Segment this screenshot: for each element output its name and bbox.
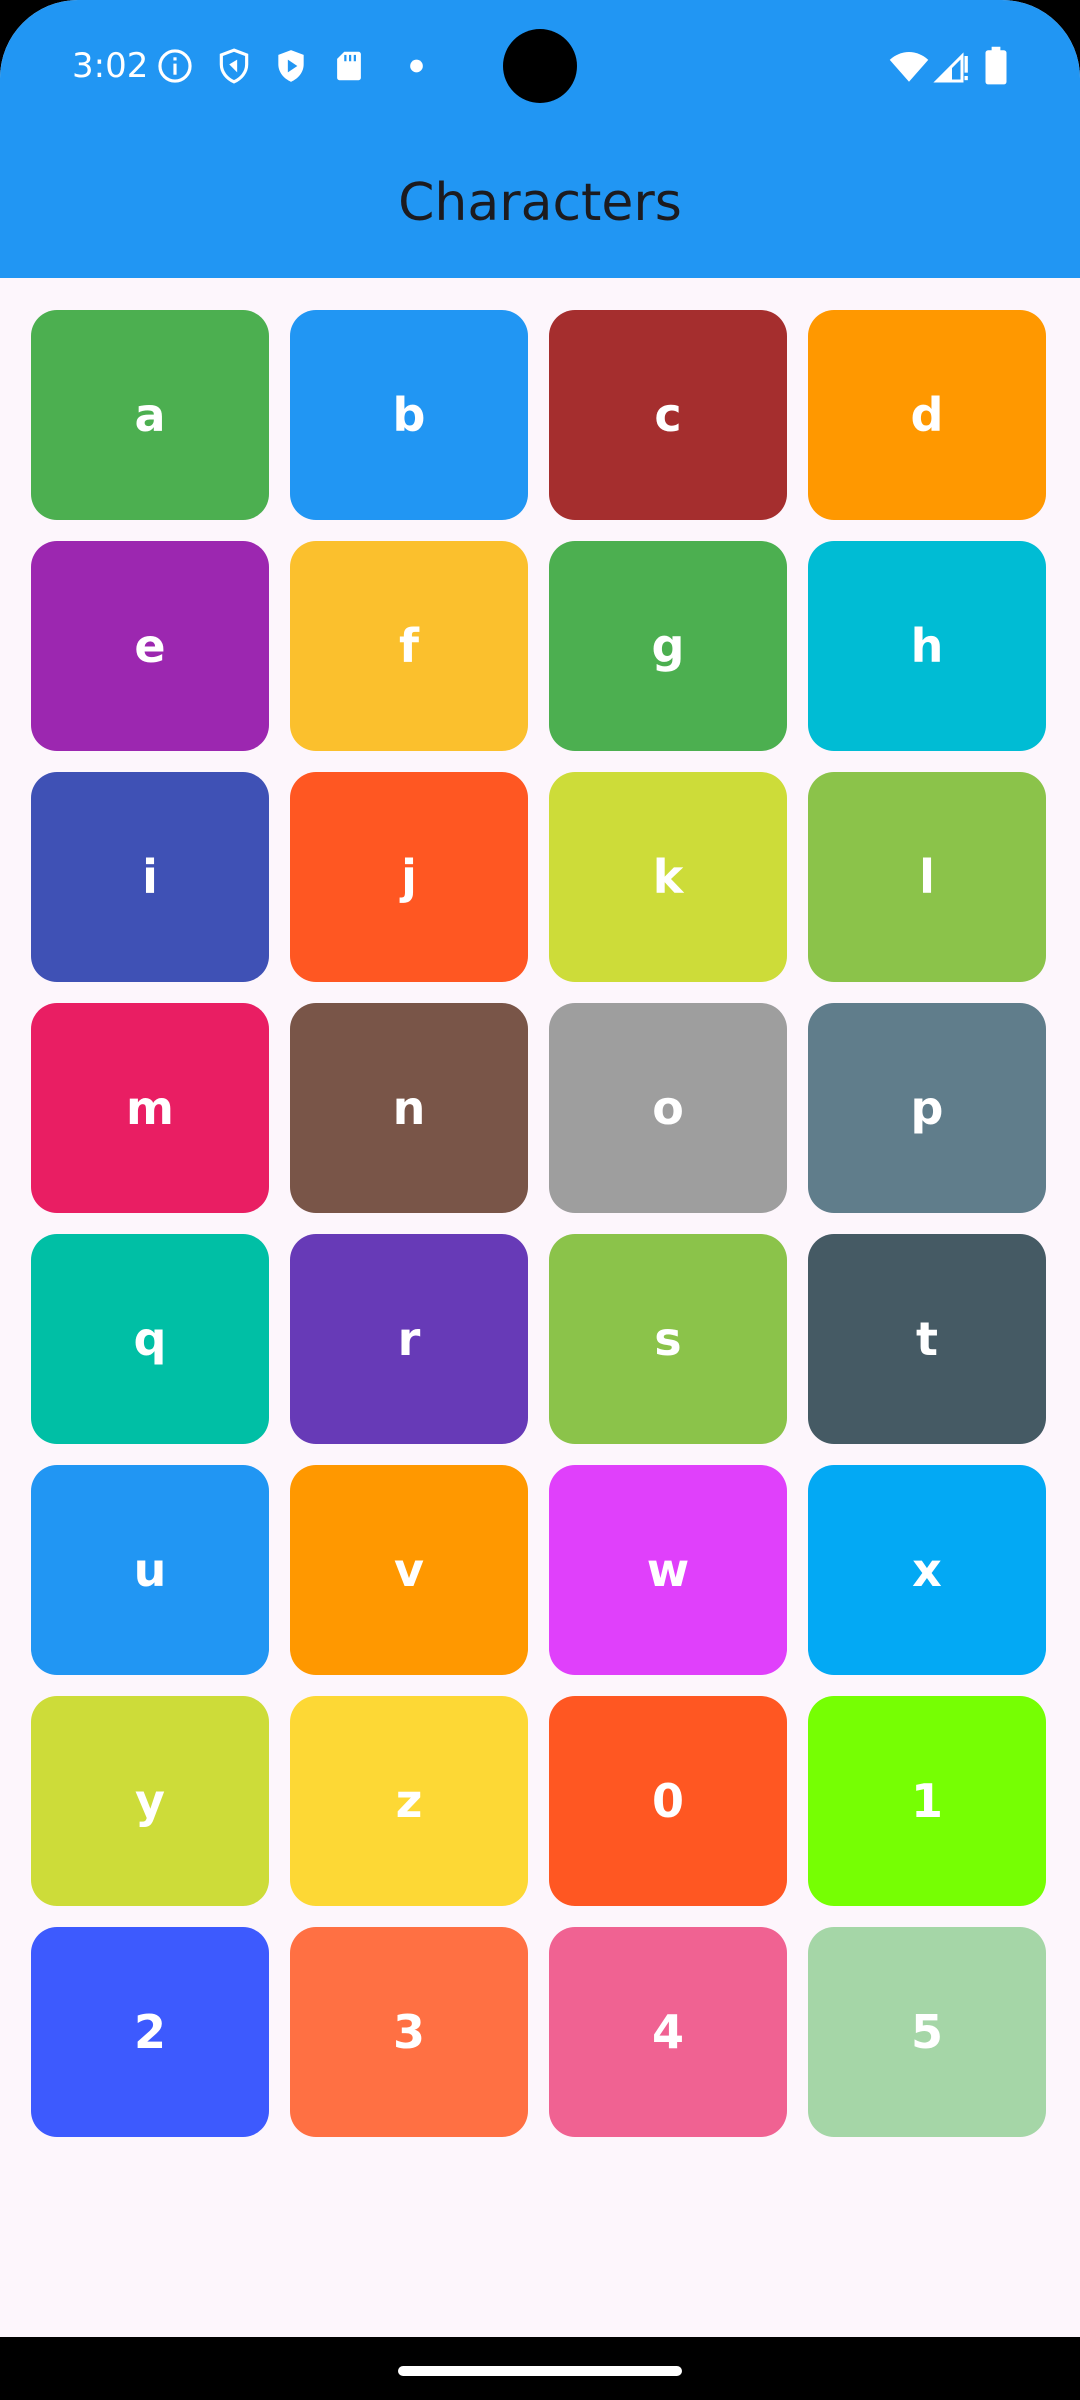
- notification-dot-icon: [410, 59, 423, 73]
- character-label: 0: [651, 1774, 684, 1828]
- character-label: 5: [910, 2005, 943, 2059]
- character-label: e: [134, 619, 166, 673]
- character-tile-v[interactable]: v: [290, 1465, 528, 1675]
- character-label: m: [126, 1081, 174, 1135]
- signal-icon: [933, 52, 968, 83]
- character-tile-r[interactable]: r: [290, 1234, 528, 1444]
- character-label: s: [654, 1312, 682, 1366]
- character-label: b: [392, 388, 426, 442]
- character-tile-o[interactable]: o: [549, 1003, 787, 1213]
- character-label: c: [654, 388, 682, 442]
- character-label: g: [651, 619, 685, 673]
- app-screen: 3:02 Characters a b c d e f g h i j k l …: [0, 0, 1080, 2337]
- character-tile-1[interactable]: 1: [808, 1696, 1046, 1906]
- character-tile-2[interactable]: 2: [31, 1927, 269, 2137]
- character-label: f: [398, 619, 419, 673]
- character-label: n: [392, 1081, 426, 1135]
- character-tile-p[interactable]: p: [808, 1003, 1046, 1213]
- character-label: 2: [133, 2005, 166, 2059]
- wifi-icon: [889, 52, 929, 82]
- character-label: 4: [651, 2005, 684, 2059]
- character-label: w: [646, 1543, 690, 1597]
- gesture-handle[interactable]: [398, 2366, 682, 2376]
- status-time: 3:02: [72, 46, 149, 86]
- character-label: o: [652, 1081, 684, 1135]
- character-label: p: [910, 1081, 944, 1135]
- character-label: x: [912, 1543, 942, 1597]
- character-tile-a[interactable]: a: [31, 310, 269, 520]
- character-tile-t[interactable]: t: [808, 1234, 1046, 1444]
- character-tile-c[interactable]: c: [549, 310, 787, 520]
- character-label: r: [397, 1312, 421, 1366]
- shield-icon: [219, 48, 249, 84]
- character-tile-q[interactable]: q: [31, 1234, 269, 1444]
- character-label: u: [133, 1543, 167, 1597]
- character-tile-h[interactable]: h: [808, 541, 1046, 751]
- character-tile-4[interactable]: 4: [549, 1927, 787, 2137]
- character-label: l: [919, 850, 935, 904]
- character-tile-l[interactable]: l: [808, 772, 1046, 982]
- sd-card-icon: [337, 51, 361, 81]
- character-label: y: [135, 1774, 165, 1828]
- battery-icon: [985, 46, 1007, 85]
- character-label: 3: [392, 2005, 425, 2059]
- character-label: q: [133, 1312, 167, 1366]
- character-tile-b[interactable]: b: [290, 310, 528, 520]
- character-tile-u[interactable]: u: [31, 1465, 269, 1675]
- app-bar: 3:02 Characters: [0, 0, 1080, 278]
- character-tile-k[interactable]: k: [549, 772, 787, 982]
- character-label: d: [910, 388, 944, 442]
- character-tile-z[interactable]: z: [290, 1696, 528, 1906]
- character-tile-x[interactable]: x: [808, 1465, 1046, 1675]
- character-tile-s[interactable]: s: [549, 1234, 787, 1444]
- character-tile-f[interactable]: f: [290, 541, 528, 751]
- character-label: 1: [910, 1774, 943, 1828]
- character-tile-y[interactable]: y: [31, 1696, 269, 1906]
- character-tile-d[interactable]: d: [808, 310, 1046, 520]
- character-tile-m[interactable]: m: [31, 1003, 269, 1213]
- character-tile-e[interactable]: e: [31, 541, 269, 751]
- character-label: i: [142, 850, 158, 904]
- camera-cutout: [503, 29, 577, 103]
- character-tile-3[interactable]: 3: [290, 1927, 528, 2137]
- character-tile-i[interactable]: i: [31, 772, 269, 982]
- character-label: k: [652, 850, 684, 904]
- character-label: z: [395, 1774, 423, 1828]
- character-tile-g[interactable]: g: [549, 541, 787, 751]
- character-tile-w[interactable]: w: [549, 1465, 787, 1675]
- character-tile-5[interactable]: 5: [808, 1927, 1046, 2137]
- page-title: Characters: [398, 173, 682, 233]
- character-tile-n[interactable]: n: [290, 1003, 528, 1213]
- character-tile-j[interactable]: j: [290, 772, 528, 982]
- status-bar: 3:02: [0, 0, 1080, 132]
- character-label: a: [134, 388, 166, 442]
- character-label: t: [916, 1312, 938, 1366]
- play-protect-icon: [278, 50, 304, 82]
- character-label: v: [394, 1543, 424, 1597]
- info-icon: [158, 49, 192, 83]
- character-grid: a b c d e f g h i j k l m n o p q r s t u v w x y z 0 1 2 3 4 5: [31, 310, 1049, 2137]
- character-tile-0[interactable]: 0: [549, 1696, 787, 1906]
- character-label: h: [910, 619, 944, 673]
- character-label: j: [401, 850, 417, 904]
